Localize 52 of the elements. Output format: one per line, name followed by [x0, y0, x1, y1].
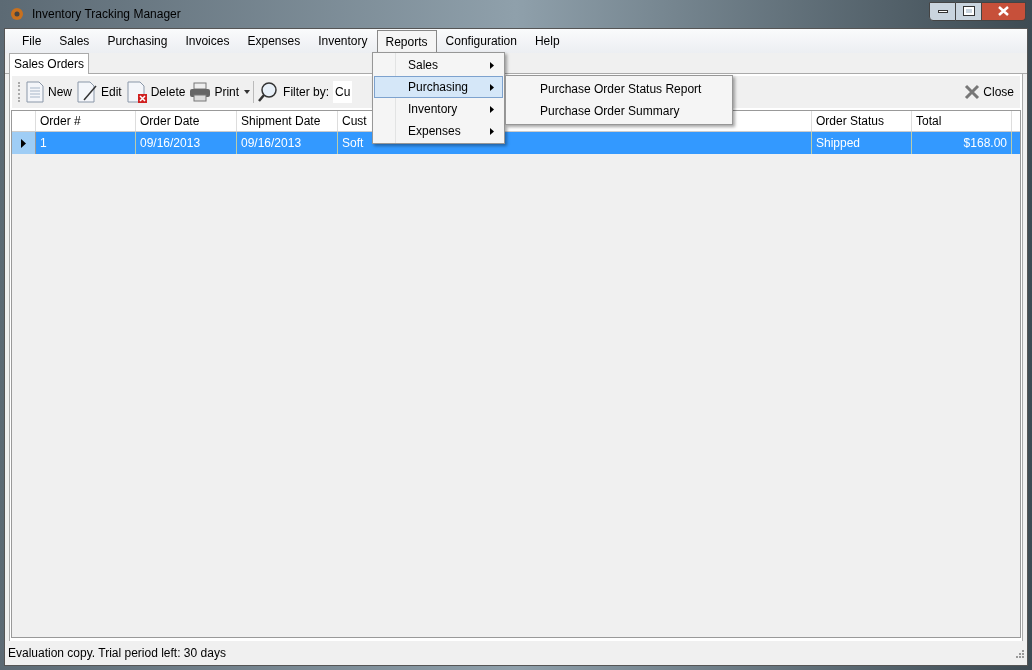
menu-item[interactable]: Inventory [309, 30, 377, 52]
menu-item[interactable]: Purchasing [98, 30, 177, 52]
menu-item[interactable]: Sales [50, 30, 99, 52]
column-header[interactable]: Order Date [136, 111, 237, 131]
filter-label: Filter by: [283, 84, 330, 101]
close-icon [964, 84, 981, 100]
minimize-button[interactable] [929, 1, 956, 21]
close-tab-button[interactable]: Close [964, 83, 1014, 101]
search-icon [257, 81, 280, 103]
column-header[interactable]: Shipment Date [237, 111, 338, 131]
menu-item[interactable]: File [13, 30, 51, 52]
menu-item[interactable]: Invoices [176, 30, 239, 52]
maximize-button[interactable] [956, 1, 982, 21]
app-icon [10, 7, 24, 21]
document-icon [25, 81, 45, 103]
table-cell: Shipped [812, 132, 912, 154]
edit-button[interactable]: Edit [75, 79, 123, 105]
row-pointer-icon [21, 138, 26, 148]
print-button[interactable]: Print [188, 79, 252, 105]
status-text: Evaluation copy. Trial period left: 30 days [8, 645, 226, 662]
tab[interactable]: Sales Orders [9, 53, 90, 74]
menu-item[interactable]: Sales [374, 54, 503, 76]
menu-item[interactable]: Purchase Order Summary [506, 100, 732, 122]
close-button[interactable] [982, 1, 1026, 21]
close-icon [998, 6, 1009, 16]
document-delete-icon [125, 81, 148, 103]
submenu-arrow-icon [490, 105, 494, 113]
table-cell: $168.00 [912, 132, 1012, 154]
dropdown-caret-icon [244, 90, 251, 94]
table-cell: 1 [36, 132, 136, 154]
window-title: Inventory Tracking Manager [32, 6, 181, 23]
menu-item[interactable]: Purchasing [374, 76, 503, 98]
menu-item[interactable]: Configuration [436, 30, 526, 52]
submenu-arrow-icon [490, 83, 494, 91]
submenu-arrow-icon [490, 61, 494, 69]
menu-item[interactable]: Expenses [238, 30, 310, 52]
table-cell: 09/16/2013 [136, 132, 237, 154]
submenu-arrow-icon [490, 127, 494, 135]
column-header[interactable]: Total [912, 111, 1012, 131]
menu-item[interactable]: Help [525, 30, 569, 52]
filter-dropdown[interactable]: Cu [333, 81, 353, 103]
menu-item[interactable]: Inventory [374, 98, 503, 120]
column-header[interactable]: Order # [36, 111, 136, 131]
delete-button[interactable]: Delete [124, 79, 187, 105]
column-header[interactable]: Order Status [812, 111, 912, 131]
document-pencil-icon [76, 81, 98, 103]
printer-icon [189, 82, 212, 102]
table-cell: 09/16/2013 [237, 132, 338, 154]
new-button[interactable]: New [24, 79, 73, 105]
resize-grip-icon [1014, 648, 1024, 658]
menu-item[interactable]: Reports [376, 30, 437, 52]
menu-item[interactable]: Purchase Order Status Report [506, 78, 732, 100]
